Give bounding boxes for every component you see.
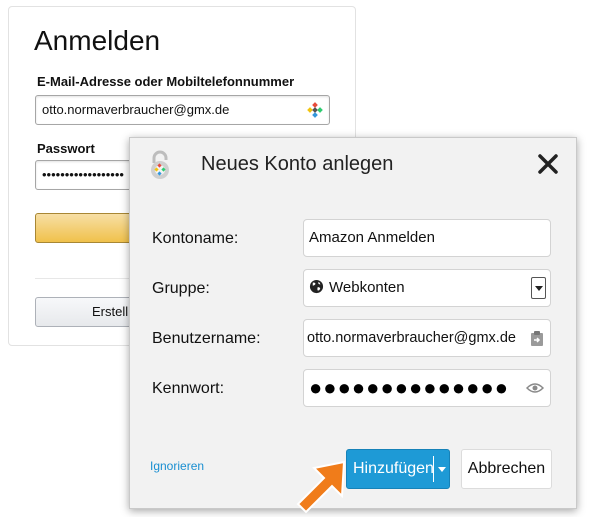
add-button[interactable]: Hinzufügen xyxy=(346,449,450,489)
close-icon[interactable] xyxy=(536,152,560,176)
login-title: Anmelden xyxy=(34,25,161,56)
add-button-label: Hinzufügen xyxy=(353,460,434,477)
add-button-separator xyxy=(433,456,434,482)
kennwort-label: Kennwort: xyxy=(152,380,225,397)
benutzername-input[interactable]: otto.normaverbraucher@gmx.de xyxy=(303,319,551,357)
kontoname-value: Amazon Anmelden xyxy=(309,229,435,246)
gruppe-select[interactable]: Webkonten xyxy=(303,269,551,307)
gruppe-label: Gruppe: xyxy=(152,280,210,297)
clipboard-icon[interactable] xyxy=(530,330,544,347)
eye-icon[interactable] xyxy=(526,382,544,394)
chevron-down-icon[interactable] xyxy=(438,467,446,472)
globe-icon xyxy=(309,279,324,294)
ignore-link[interactable]: Ignorieren xyxy=(150,459,204,473)
email-input[interactable]: otto.normaverbraucher@gmx.de xyxy=(35,95,330,125)
cancel-button[interactable]: Abbrechen xyxy=(461,449,552,489)
kennwort-input[interactable]: ●●●●●●●●●●●●●● xyxy=(303,369,551,407)
email-label: E-Mail-Adresse oder Mobiltelefonnummer xyxy=(37,74,295,89)
password-label: Passwort xyxy=(37,141,95,156)
benutzername-value: otto.normaverbraucher@gmx.de xyxy=(307,330,516,346)
pointer-arrow-icon xyxy=(296,460,346,514)
kennwort-value: ●●●●●●●●●●●●●● xyxy=(309,375,510,400)
lock-logo-icon xyxy=(151,150,169,179)
kontoname-label: Kontoname: xyxy=(152,230,239,247)
key-icon[interactable] xyxy=(307,102,323,118)
email-value: otto.normaverbraucher@gmx.de xyxy=(42,102,230,117)
gruppe-value: Webkonten xyxy=(329,279,405,296)
benutzername-label: Benutzername: xyxy=(152,330,261,347)
chevron-down-icon[interactable] xyxy=(531,277,546,299)
kontoname-input[interactable]: Amazon Anmelden xyxy=(303,219,551,257)
password-value: •••••••••••••••••• xyxy=(42,167,124,182)
new-account-dialog: Neues Konto anlegen Kontoname: Amazon An… xyxy=(129,137,577,509)
dialog-title: Neues Konto anlegen xyxy=(201,153,394,175)
